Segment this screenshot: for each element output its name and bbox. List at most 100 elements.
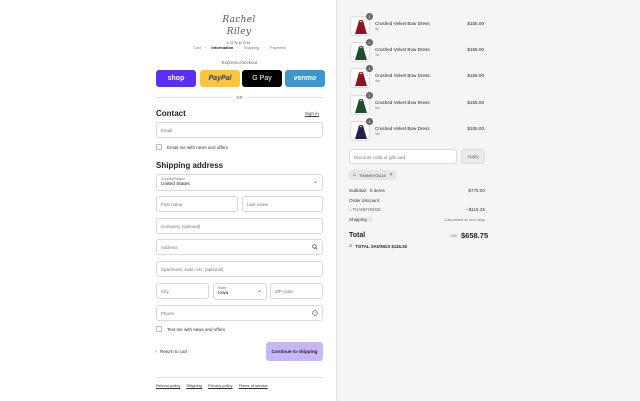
contact-heading: Contact	[156, 109, 186, 118]
shipping-value: Calculated at next step	[444, 217, 485, 222]
item-name: Crushed Velvet Bow Dress	[375, 73, 430, 79]
sign-in-link[interactable]: Sign in	[305, 111, 319, 116]
total-value: $658.75	[461, 231, 489, 240]
state-value: Iowa	[218, 291, 229, 296]
paypal-button[interactable]: PayPal	[200, 70, 240, 87]
shop-pay-button[interactable]: shop	[156, 70, 196, 87]
discount-code-row: ⌂ THANKYOU15 −$116.25	[349, 207, 485, 212]
brand-logo[interactable]: Rachel Riley LONDON	[214, 14, 264, 45]
address-placeholder: Address	[161, 245, 178, 250]
email-placeholder: Email	[161, 128, 173, 133]
item-price: $155.00	[467, 47, 484, 53]
quantity-badge: 1	[366, 117, 373, 125]
last-name-field[interactable]: Last name	[242, 196, 323, 212]
country-select[interactable]: Country/Region United States ⌄	[156, 174, 323, 191]
cart-item: 1 Crushed Velvet Bow Dress 4m $155.00	[350, 65, 486, 89]
refund-policy-link[interactable]: Refund policy	[156, 383, 180, 388]
discount-code-label: THANKYOU15	[352, 207, 381, 212]
state-label: State	[218, 286, 227, 290]
cart-item: 1 Crushed Velvet Bow Dress 6m $155.00	[350, 91, 486, 115]
item-name: Crushed Velvet Bow Dress	[375, 125, 430, 131]
total-currency: USD	[450, 234, 458, 238]
shipping-policy-link[interactable]: Shipping	[186, 383, 202, 388]
apartment-placeholder: Apartment, suite, etc. (optional)	[161, 267, 224, 272]
company-field[interactable]: Company (optional)	[156, 218, 323, 234]
shipping-row: Shipping ⓘ Calculated at next step	[349, 217, 485, 223]
item-price: $155.00	[467, 73, 484, 79]
savings-value: $116.25	[391, 243, 408, 249]
city-field[interactable]: City	[156, 283, 209, 299]
cart-item: 1 Crushed Velvet Bow Dress 3m $155.00	[350, 39, 486, 63]
email-news-checkbox-row[interactable]: Email me with news and offers	[156, 144, 228, 150]
zip-field[interactable]: ZIP code	[270, 283, 323, 299]
country-label: Country/Region	[161, 177, 186, 181]
terms-of-service-link[interactable]: Terms of service	[239, 383, 268, 388]
email-field[interactable]: Email	[156, 122, 323, 138]
chevron-right-icon: ›	[204, 45, 207, 50]
email-news-label: Email me with news and offers	[167, 144, 228, 150]
item-price: $155.00	[467, 125, 484, 131]
quantity-badge: 1	[366, 65, 373, 73]
discount-placeholder: Discount code or gift card	[354, 154, 406, 160]
zip-placeholder: ZIP code	[275, 289, 293, 294]
applied-code-text: THANKYOU15	[359, 172, 386, 178]
chevron-right-icon: ›	[237, 45, 239, 50]
apartment-field[interactable]: Apartment, suite, etc. (optional)	[156, 261, 323, 277]
privacy-policy-link[interactable]: Privacy policy	[208, 383, 232, 388]
item-variant: 3m	[375, 131, 380, 136]
order-discount-label: Order discount	[349, 198, 380, 203]
total-label: Total	[349, 232, 366, 239]
order-discount-row: Order discount	[349, 198, 485, 203]
tag-icon: ⌂	[353, 172, 357, 178]
item-name: Crushed Velvet Bow Dress	[375, 99, 430, 105]
breadcrumb-shipping: Shipping	[243, 45, 260, 50]
text-news-label: Text me with news and offers	[167, 326, 225, 332]
chevron-left-icon: ‹	[156, 349, 158, 354]
item-price: $155.00	[467, 21, 484, 26]
continue-to-shipping-button[interactable]: Continue to shipping	[266, 342, 323, 361]
item-price: $155.00	[467, 99, 484, 105]
remove-code-icon[interactable]: ×	[390, 172, 393, 178]
quantity-badge: 1	[366, 91, 373, 99]
help-icon[interactable]: ?	[312, 310, 318, 318]
breadcrumb-cart[interactable]: Cart	[193, 45, 201, 50]
breadcrumb-payment: Payment	[269, 45, 286, 50]
apply-discount-button[interactable]: Apply	[461, 149, 485, 164]
first-name-field[interactable]: First name	[156, 196, 238, 212]
text-news-checkbox-row[interactable]: Text me with news and offers	[156, 326, 225, 332]
state-select[interactable]: State Iowa ⌄	[213, 283, 267, 300]
or-divider: OR	[156, 95, 323, 100]
shipping-heading: Shipping address	[156, 161, 224, 170]
help-icon[interactable]: ⓘ	[368, 217, 372, 222]
email-news-checkbox[interactable]	[156, 144, 162, 150]
item-variant: 6m	[375, 105, 380, 110]
savings-label: TOTAL SAVINGS	[355, 243, 391, 249]
tag-icon: ⌂	[349, 243, 353, 249]
google-pay-button[interactable]: G Pay	[242, 70, 282, 87]
address-field[interactable]: Address	[156, 239, 323, 255]
svg-text:?: ?	[314, 311, 316, 315]
return-to-cart-label: Return to cart	[160, 349, 188, 354]
breadcrumb-information: Information	[211, 45, 234, 50]
checkout-form-panel: Rachel Riley LONDON Cart › Information › S…	[0, 0, 336, 401]
shipping-label: Shipping	[349, 217, 367, 222]
applied-code-tag: ⌂ THANKYOU15 ×	[349, 170, 397, 180]
return-to-cart-link[interactable]: ‹ Return to cart	[156, 349, 187, 354]
subtotal-value: $775.00	[468, 188, 485, 193]
phone-field[interactable]: Phone ?	[156, 305, 323, 321]
item-name: Crushed Velvet Bow Dress	[375, 47, 430, 53]
subtotal-row: Subtotal · 5 items $775.00	[349, 188, 485, 193]
quantity-badge: 1	[366, 13, 373, 20]
cart-item: 1 Crushed Velvet Bow Dress 3y $155.00	[350, 13, 486, 36]
or-text: OR	[232, 95, 247, 100]
text-news-checkbox[interactable]	[156, 326, 162, 332]
discount-code-input[interactable]: Discount code or gift card	[349, 149, 457, 164]
venmo-button[interactable]: venmo	[285, 70, 325, 87]
subtotal-label: Subtotal · 5 items	[349, 188, 385, 193]
chevron-down-icon: ⌄	[312, 179, 318, 185]
breadcrumb: Cart › Information › Shipping › Payment	[156, 45, 323, 50]
item-variant: 4m	[375, 79, 380, 84]
phone-placeholder: Phone	[161, 311, 175, 316]
chevron-down-icon: ⌄	[256, 288, 262, 294]
item-variant: 3m	[375, 53, 380, 58]
